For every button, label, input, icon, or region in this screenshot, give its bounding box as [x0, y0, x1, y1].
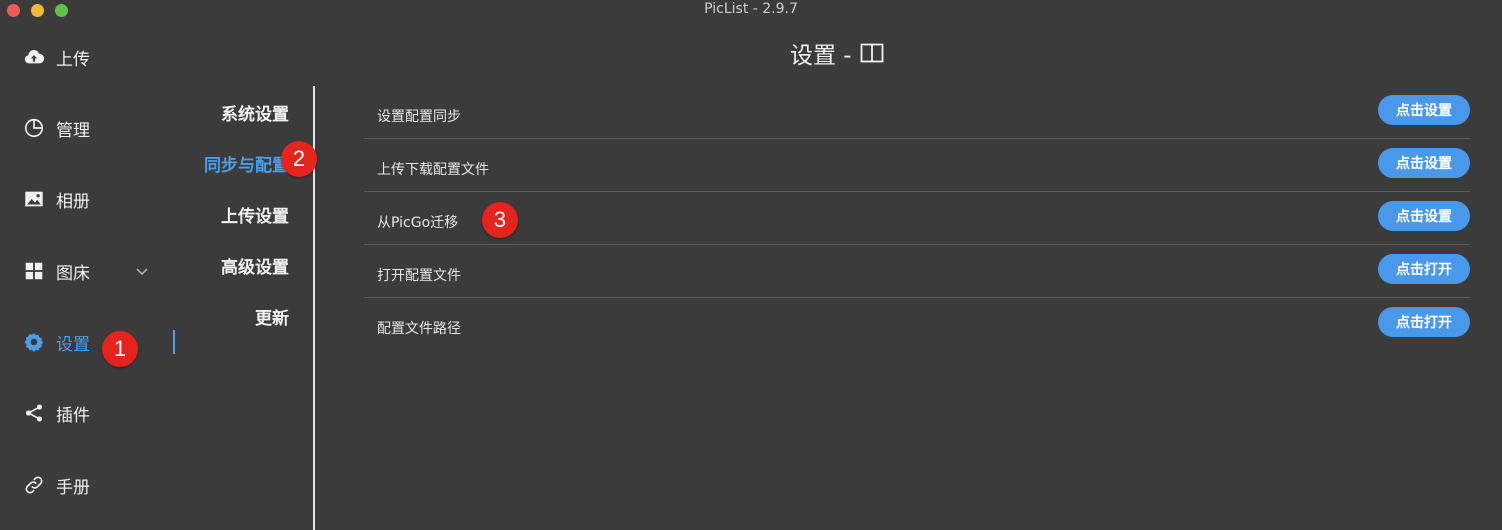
sidebar-item-settings[interactable]: 设置: [22, 327, 90, 357]
sidebar-item-label: 手册: [56, 477, 90, 498]
setting-label: 配置文件路径: [377, 321, 461, 337]
submenu-item-update[interactable]: 更新: [255, 304, 289, 329]
image-icon: [22, 187, 46, 211]
page-title-text: 设置 -: [790, 43, 852, 69]
sidebar-item-manual[interactable]: 手册: [22, 470, 90, 500]
share-icon: [22, 401, 46, 425]
annotation-marker-1: 1: [102, 331, 138, 367]
pie-chart-icon: [22, 116, 46, 140]
setting-row-migrate: 从PicGo迁移 点击设置: [364, 192, 1470, 245]
upload-download-config-button[interactable]: 点击设置: [1378, 148, 1470, 178]
sidebar-item-label: 图床: [56, 263, 90, 284]
migrate-picgo-button[interactable]: 点击设置: [1378, 201, 1470, 231]
sidebar-item-picbed[interactable]: 图床: [22, 256, 90, 286]
submenu-item-advanced[interactable]: 高级设置: [221, 253, 289, 278]
sidebar-item-upload[interactable]: 上传: [22, 42, 90, 72]
cloud-upload-icon: [22, 45, 46, 69]
setting-label: 设置配置同步: [377, 109, 461, 125]
link-icon: [22, 473, 46, 497]
app-window: PicList - 2.9.7 上传 管理 相册 图床 设置 插件 手册 系统设…: [0, 0, 1502, 530]
sidebar-item-label: 相册: [56, 191, 90, 212]
title-bar: PicList - 2.9.7: [0, 0, 1502, 22]
page-title: 设置 -: [790, 36, 884, 70]
sidebar: 上传 管理 相册 图床 设置 插件 手册: [0, 22, 185, 530]
sidebar-item-label: 上传: [56, 49, 90, 70]
gear-icon: [22, 330, 46, 354]
sidebar-item-label: 插件: [56, 405, 90, 426]
open-config-path-button[interactable]: 点击打开: [1378, 307, 1470, 337]
sidebar-item-manage[interactable]: 管理: [22, 113, 90, 143]
chevron-down-icon[interactable]: [134, 263, 150, 279]
submenu-item-system[interactable]: 系统设置: [221, 100, 289, 125]
sidebar-item-plugins[interactable]: 插件: [22, 398, 90, 428]
setting-row-upload-download: 上传下载配置文件 点击设置: [364, 139, 1470, 192]
setting-label: 打开配置文件: [377, 268, 461, 284]
setting-row-sync: 设置配置同步 点击设置: [364, 86, 1470, 139]
submenu-item-sync[interactable]: 同步与配置: [204, 151, 289, 176]
sidebar-item-gallery[interactable]: 相册: [22, 184, 90, 214]
window-title: PicList - 2.9.7: [704, 1, 798, 17]
settings-list: 设置配置同步 点击设置 上传下载配置文件 点击设置 从PicGo迁移 点击设置 …: [364, 86, 1470, 350]
submenu-item-upload[interactable]: 上传设置: [221, 202, 289, 227]
open-config-file-button[interactable]: 点击打开: [1378, 254, 1470, 284]
annotation-marker-2: 2: [281, 141, 317, 177]
sidebar-item-label: 设置: [56, 334, 90, 355]
annotation-marker-3: 3: [482, 202, 518, 238]
active-indicator: [173, 330, 175, 354]
grid-icon: [22, 259, 46, 283]
book-icon[interactable]: [860, 43, 884, 63]
setting-row-config-path: 配置文件路径 点击打开: [364, 298, 1470, 350]
setting-label: 上传下载配置文件: [377, 162, 489, 178]
sidebar-item-label: 管理: [56, 120, 90, 141]
settings-submenu: 系统设置 同步与配置 上传设置 高级设置 更新: [185, 22, 315, 530]
sync-config-button[interactable]: 点击设置: [1378, 95, 1470, 125]
setting-label: 从PicGo迁移: [377, 215, 459, 231]
setting-row-open-config: 打开配置文件 点击打开: [364, 245, 1470, 298]
